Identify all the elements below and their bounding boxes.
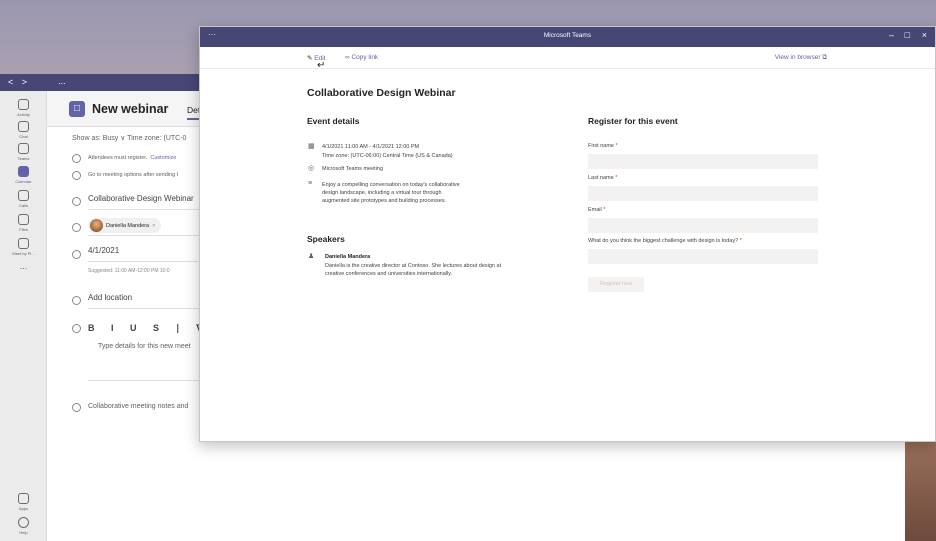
- rail-chat[interactable]: Chat: [0, 121, 47, 139]
- maximize-icon[interactable]: □: [905, 30, 910, 40]
- rail-meet[interactable]: Meet by Pi...: [0, 238, 47, 256]
- event-meeting-type: Microsoft Teams meeting: [322, 166, 384, 172]
- teams-icon: [18, 143, 29, 154]
- view-in-browser-link[interactable]: View in browser ⧉: [775, 54, 827, 62]
- more-options-icon[interactable]: ...: [58, 76, 66, 86]
- bell-icon: [18, 99, 29, 110]
- mouse-cursor-icon: ↵: [317, 60, 326, 71]
- avatar: [90, 219, 103, 232]
- register-heading: Register for this event: [588, 116, 678, 126]
- rail-activity[interactable]: Activity: [0, 99, 47, 117]
- remove-presenter-icon[interactable]: ×: [152, 223, 155, 229]
- event-details-heading: Event details: [307, 116, 360, 126]
- copy-link-button[interactable]: ∞ Copy link: [345, 54, 378, 61]
- nav-arrows[interactable]: < >: [8, 77, 30, 87]
- rail-help[interactable]: Help: [0, 517, 47, 535]
- attendees-note: Attendees must register. Customize: [88, 155, 177, 161]
- last-name-input[interactable]: [588, 186, 818, 201]
- webinar-icon: □: [69, 101, 85, 117]
- rail-teams[interactable]: Teams: [0, 143, 47, 161]
- link-icon: ∞: [345, 54, 350, 61]
- suggested-times[interactable]: Suggested: 11:00 AM-12:00 PM 10:0: [88, 268, 170, 274]
- calendar-icon: ▦: [308, 143, 315, 150]
- clock-icon: [72, 250, 81, 259]
- event-description-line-2: design landscape, including a virtual to…: [322, 190, 442, 196]
- calendar-icon: [18, 166, 29, 177]
- meet-icon: [18, 238, 29, 249]
- rail-apps[interactable]: Apps: [0, 493, 47, 511]
- chat-icon: [18, 121, 29, 132]
- presenter-icon: [72, 223, 81, 232]
- email-label: Email *: [588, 207, 606, 213]
- show-as-label[interactable]: Show as: Busy ∨ Time zone: (UTC-0: [72, 134, 186, 142]
- info-icon: [72, 154, 81, 163]
- close-icon[interactable]: ×: [922, 30, 927, 40]
- email-input[interactable]: [588, 218, 818, 233]
- apps-icon: [18, 493, 29, 504]
- location-icon: [72, 296, 81, 305]
- event-title: Collaborative Design Webinar: [307, 87, 456, 99]
- minimize-icon[interactable]: –: [889, 30, 894, 40]
- notes-icon: [72, 403, 81, 412]
- event-description-line-3: augmented site prototypes and building p…: [322, 198, 447, 204]
- webinar-event-window: ··· Microsoft Teams – □ × ✎ Edit ∞ Copy …: [199, 26, 936, 442]
- speaker-icon: ♟: [308, 253, 315, 260]
- last-name-label: Last name *: [588, 175, 618, 181]
- first-name-label: First name *: [588, 143, 618, 149]
- options-note: Go to meeting options after sending t: [88, 172, 179, 178]
- notes-link[interactable]: Collaborative meeting notes and: [88, 403, 188, 410]
- details-icon: [72, 324, 81, 333]
- pencil-icon: ✎: [307, 55, 313, 62]
- location-pin-icon: ◎: [308, 165, 315, 172]
- start-date-field[interactable]: 4/1/2021: [88, 241, 198, 262]
- pencil-icon: [72, 197, 81, 206]
- event-description-line-1: Enjoy a compelling conversation on today…: [322, 182, 460, 188]
- register-now-button[interactable]: Register now: [588, 277, 644, 292]
- speaker-name: Daniella Mandera: [325, 254, 371, 260]
- event-timezone: Time zone: (UTC-06:00) Central Time (US …: [322, 153, 453, 159]
- rail-files[interactable]: Files: [0, 214, 47, 232]
- help-icon: [18, 517, 29, 528]
- first-name-input[interactable]: [588, 154, 818, 169]
- popup-toolbar: ✎ Edit ∞ Copy link View in browser ⧉ ↵: [200, 47, 935, 71]
- settings-icon: [72, 171, 81, 180]
- customize-link[interactable]: Customize: [150, 155, 176, 161]
- description-icon: ≡: [308, 180, 313, 187]
- window-title: Microsoft Teams: [543, 32, 592, 39]
- popup-title-bar: ··· Microsoft Teams – □ ×: [200, 27, 935, 47]
- speakers-heading: Speakers: [307, 234, 345, 244]
- speaker-bio: Daniella is the creative director at Con…: [325, 263, 502, 277]
- open-external-icon: ⧉: [822, 54, 827, 61]
- rail-calendar[interactable]: Calendar: [0, 166, 47, 184]
- rail-calls[interactable]: Calls: [0, 190, 47, 208]
- question-input[interactable]: [588, 249, 818, 264]
- page-title: New webinar: [92, 102, 169, 116]
- presenter-chip[interactable]: Daniella Mandera ×: [88, 218, 162, 233]
- event-datetime: 4/1/2021 11:00 AM - 4/1/2021 12:00 PM: [322, 144, 420, 150]
- app-rail: Activity Chat Teams Calendar Calls Files…: [0, 91, 47, 541]
- question-label: What do you think the biggest challenge …: [588, 238, 742, 244]
- files-icon: [18, 214, 29, 225]
- calls-icon: [18, 190, 29, 201]
- rail-more-icon[interactable]: ...: [0, 261, 47, 271]
